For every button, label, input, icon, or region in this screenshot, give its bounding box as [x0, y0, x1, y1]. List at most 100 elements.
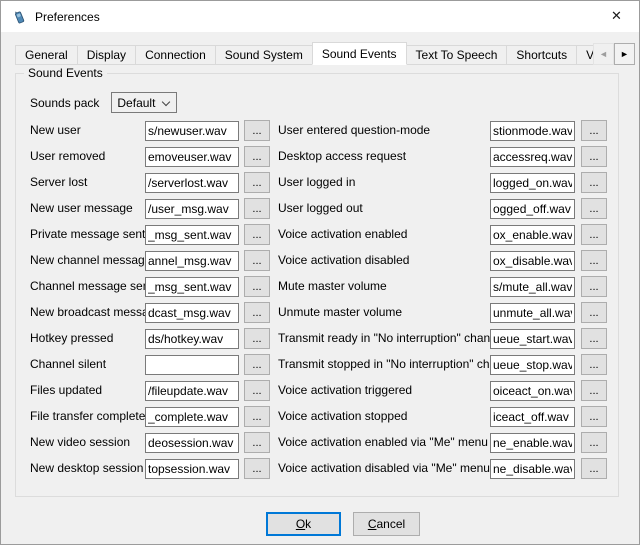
event-label: Voice activation disabled via "Me" menu	[278, 461, 490, 475]
titlebar: Preferences ✕	[1, 1, 639, 32]
sound-file-input[interactable]	[145, 277, 239, 297]
browse-button[interactable]: ...	[244, 354, 270, 375]
browse-button[interactable]: ...	[244, 458, 270, 479]
tab-video[interactable]: Video	[576, 45, 594, 65]
browse-button[interactable]: ...	[581, 146, 607, 167]
tab-sound-events[interactable]: Sound Events	[312, 42, 407, 65]
browse-button[interactable]: ...	[244, 328, 270, 349]
group-title: Sound Events	[24, 66, 107, 80]
sound-event-row: Voice activation triggered ...	[278, 378, 608, 404]
browse-button[interactable]: ...	[244, 302, 270, 323]
sound-event-row: File transfer complete ...	[30, 404, 270, 430]
sounds-pack-row: Sounds pack Default	[30, 92, 177, 113]
browse-button[interactable]: ...	[244, 406, 270, 427]
ok-button[interactable]: Ok	[266, 512, 341, 536]
browse-button[interactable]: ...	[581, 276, 607, 297]
event-label: Private message sent	[30, 227, 145, 241]
sound-file-input[interactable]	[145, 199, 239, 219]
sound-file-input[interactable]	[145, 381, 239, 401]
sound-file-input[interactable]	[145, 173, 239, 193]
event-label: New broadcast message	[30, 305, 162, 319]
browse-button[interactable]: ...	[244, 380, 270, 401]
sound-file-input[interactable]	[490, 277, 575, 297]
browse-button[interactable]: ...	[581, 432, 607, 453]
browse-button[interactable]: ...	[581, 406, 607, 427]
sound-event-row: Private message sent ...	[30, 222, 270, 248]
event-label: New channel message	[30, 253, 151, 267]
sound-event-row: New video session ...	[30, 430, 270, 456]
sound-event-row: Hotkey pressed ...	[30, 326, 270, 352]
cancel-button[interactable]: Cancel	[353, 512, 420, 536]
sound-file-input[interactable]	[490, 303, 575, 323]
browse-button[interactable]: ...	[581, 120, 607, 141]
browse-button[interactable]: ...	[244, 432, 270, 453]
sound-event-row: Mute master volume ...	[278, 274, 608, 300]
sound-file-input[interactable]	[490, 121, 575, 141]
sound-event-row: Files updated ...	[30, 378, 270, 404]
sounds-pack-select[interactable]: Default	[111, 92, 177, 113]
tab-scroll-left-icon[interactable]: ◄	[593, 43, 614, 65]
event-label: File transfer complete	[30, 409, 145, 423]
sound-file-input[interactable]	[490, 433, 575, 453]
sound-file-input[interactable]	[490, 407, 575, 427]
sound-event-row: Voice activation disabled via "Me" menu …	[278, 456, 608, 482]
tab-general[interactable]: General	[15, 45, 78, 65]
browse-button[interactable]: ...	[581, 354, 607, 375]
window-title: Preferences	[35, 10, 100, 24]
sound-event-row: Voice activation enabled via "Me" menu .…	[278, 430, 608, 456]
event-label: New desktop session	[30, 461, 143, 475]
sound-file-input[interactable]	[490, 381, 575, 401]
tab-scroll-right-icon[interactable]: ►	[614, 43, 635, 65]
browse-button[interactable]: ...	[581, 458, 607, 479]
sound-file-input[interactable]	[145, 225, 239, 245]
sound-file-input[interactable]	[145, 147, 239, 167]
sound-file-input[interactable]	[145, 329, 239, 349]
tab-shortcuts[interactable]: Shortcuts	[506, 45, 577, 65]
event-column-left: New user ... User removed ... Server los…	[30, 118, 270, 482]
event-label: Transmit ready in "No interruption" chan…	[278, 331, 506, 345]
browse-button[interactable]: ...	[581, 328, 607, 349]
sound-file-input[interactable]	[145, 433, 239, 453]
tab-display[interactable]: Display	[77, 45, 136, 65]
event-label: Channel message sent	[30, 279, 153, 293]
sound-file-input[interactable]	[490, 459, 575, 479]
sound-file-input[interactable]	[145, 303, 239, 323]
sound-file-input[interactable]	[145, 251, 239, 271]
sound-file-input[interactable]	[145, 407, 239, 427]
sound-event-row: New desktop session ...	[30, 456, 270, 482]
browse-button[interactable]: ...	[244, 146, 270, 167]
event-label: Transmit stopped in "No interruption" ch…	[278, 357, 519, 371]
sound-event-row: New broadcast message ...	[30, 300, 270, 326]
sound-file-input[interactable]	[490, 199, 575, 219]
sound-event-row: New user ...	[30, 118, 270, 144]
browse-button[interactable]: ...	[244, 172, 270, 193]
browse-button[interactable]: ...	[244, 250, 270, 271]
sound-file-input[interactable]	[145, 355, 239, 375]
browse-button[interactable]: ...	[244, 198, 270, 219]
browse-button[interactable]: ...	[581, 198, 607, 219]
tab-connection[interactable]: Connection	[135, 45, 216, 65]
sound-file-input[interactable]	[490, 355, 575, 375]
browse-button[interactable]: ...	[581, 172, 607, 193]
sound-file-input[interactable]	[490, 147, 575, 167]
sound-file-input[interactable]	[490, 251, 575, 271]
event-label: Hotkey pressed	[30, 331, 113, 345]
browse-button[interactable]: ...	[581, 224, 607, 245]
sound-event-row: Channel silent ...	[30, 352, 270, 378]
tab-sound-system[interactable]: Sound System	[215, 45, 313, 65]
browse-button[interactable]: ...	[244, 224, 270, 245]
event-label: User removed	[30, 149, 105, 163]
close-icon[interactable]: ✕	[594, 1, 639, 31]
sound-file-input[interactable]	[490, 225, 575, 245]
browse-button[interactable]: ...	[581, 302, 607, 323]
sounds-pack-value: Default	[117, 96, 155, 110]
browse-button[interactable]: ...	[581, 380, 607, 401]
sound-file-input[interactable]	[490, 173, 575, 193]
browse-button[interactable]: ...	[581, 250, 607, 271]
browse-button[interactable]: ...	[244, 120, 270, 141]
sound-file-input[interactable]	[490, 329, 575, 349]
browse-button[interactable]: ...	[244, 276, 270, 297]
tab-text-to-speech[interactable]: Text To Speech	[406, 45, 508, 65]
sound-file-input[interactable]	[145, 459, 239, 479]
sound-file-input[interactable]	[145, 121, 239, 141]
